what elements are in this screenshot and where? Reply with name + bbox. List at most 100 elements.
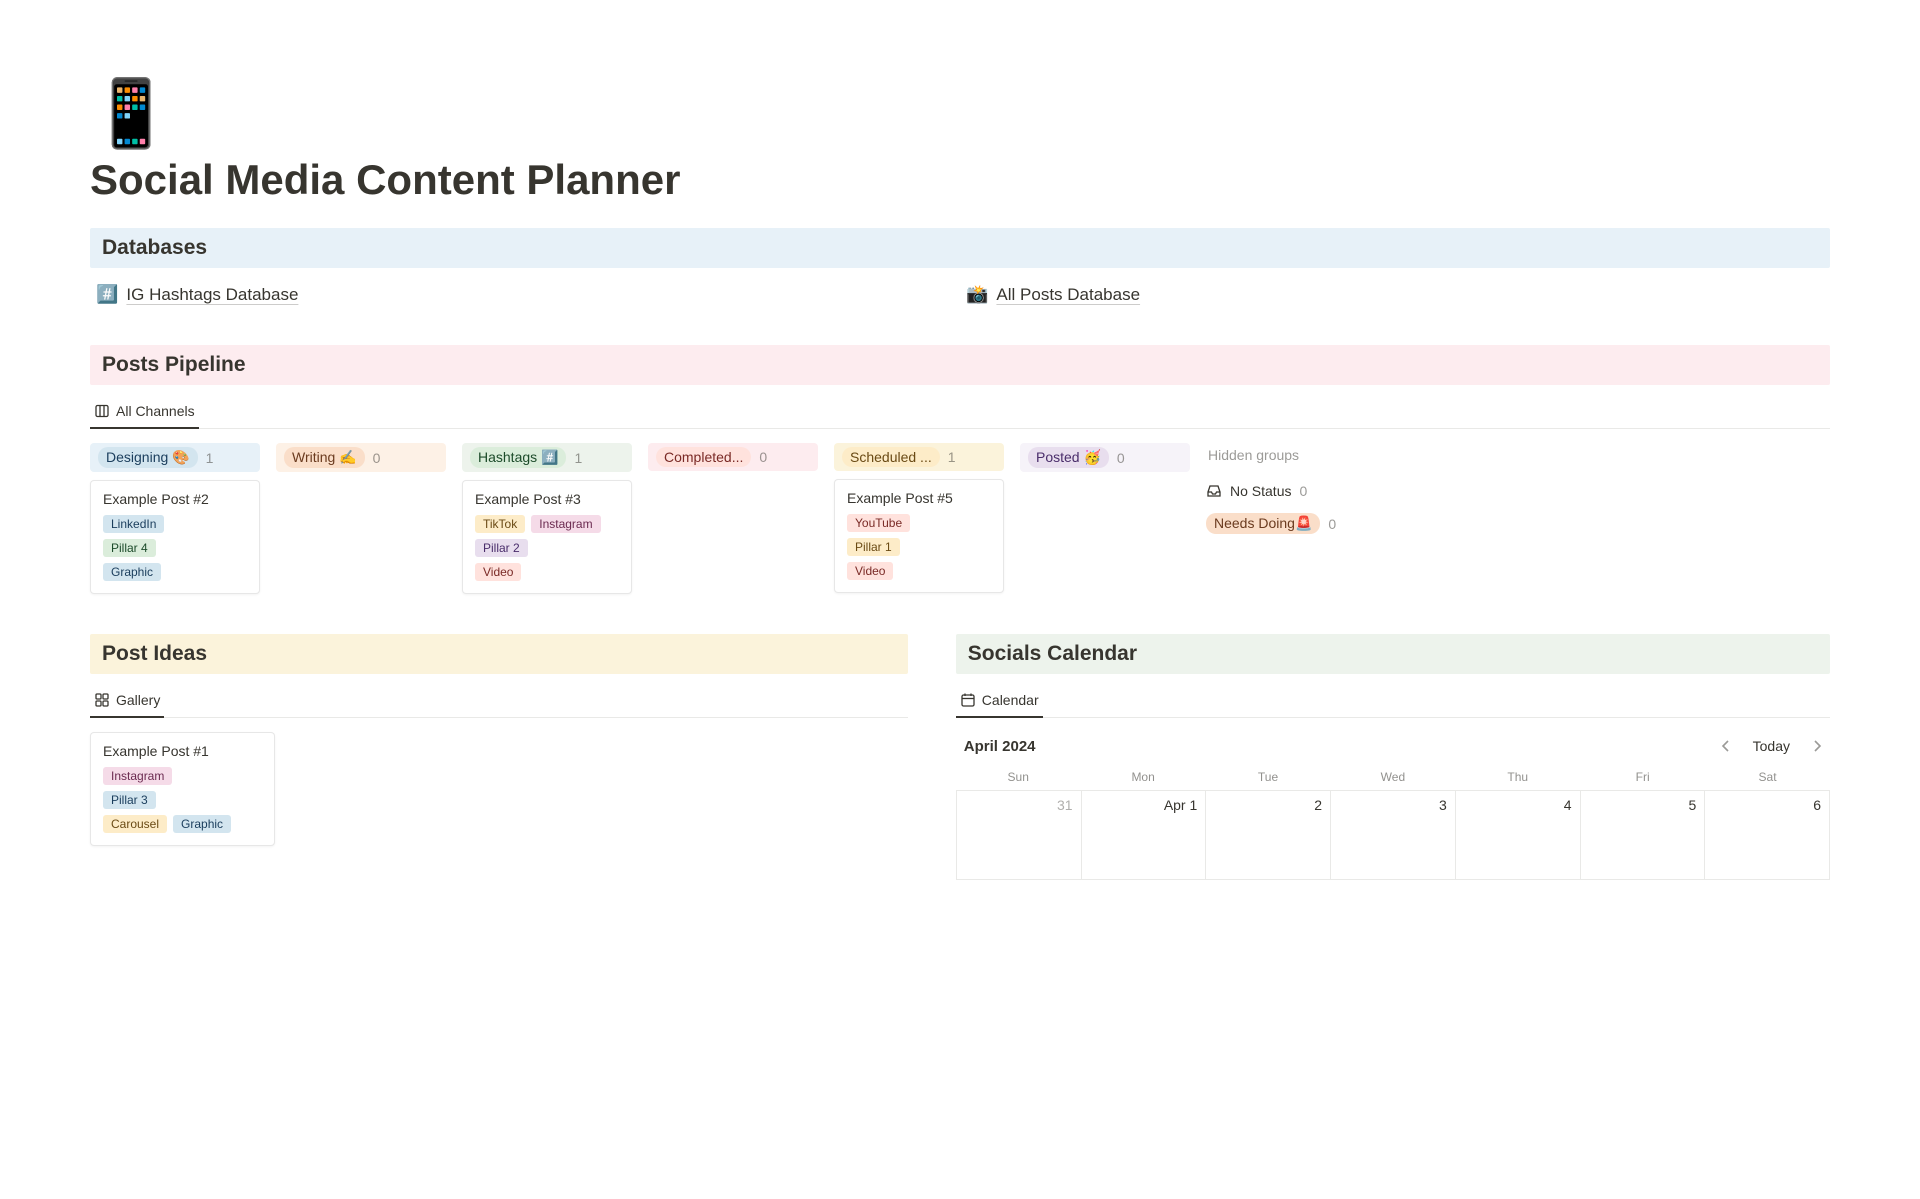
hidden-group-label: Needs Doing🚨 bbox=[1206, 513, 1320, 534]
calendar-tabs: Calendar bbox=[956, 686, 1830, 718]
board-column-header[interactable]: Hashtags #️⃣1 bbox=[462, 443, 632, 472]
hash-icon: #️⃣ bbox=[96, 284, 118, 305]
card[interactable]: Example Post #5 YouTube Pillar 1 Video bbox=[834, 479, 1004, 593]
board-column-header[interactable]: Scheduled ... 1 bbox=[834, 443, 1004, 471]
calendar-cell[interactable]: Apr 1 bbox=[1082, 790, 1207, 880]
calendar-dow: Thu bbox=[1455, 764, 1580, 790]
calendar-cell[interactable]: 31 bbox=[957, 790, 1082, 880]
calendar-cell[interactable]: 4 bbox=[1456, 790, 1581, 880]
calendar-date-label: 6 bbox=[1813, 797, 1821, 813]
calendar-cell[interactable]: 5 bbox=[1581, 790, 1706, 880]
hidden-group-count: 0 bbox=[1299, 483, 1307, 499]
db-link-label: IG Hashtags Database bbox=[126, 285, 298, 305]
board-column: Hashtags #️⃣1Example Post #3TikTokInstag… bbox=[462, 443, 632, 594]
board-column-label: Scheduled ... bbox=[842, 447, 940, 467]
hidden-groups-title: Hidden groups bbox=[1206, 443, 1346, 467]
gallery-icon bbox=[94, 692, 110, 708]
db-link-hashtags[interactable]: #️⃣ IG Hashtags Database bbox=[90, 280, 960, 309]
calendar-today-button[interactable]: Today bbox=[1747, 736, 1796, 756]
tag: Graphic bbox=[103, 563, 161, 581]
tab-gallery[interactable]: Gallery bbox=[90, 686, 164, 718]
calendar-date-label: Apr 1 bbox=[1164, 797, 1197, 813]
pipeline-board: Designing 🎨1Example Post #2LinkedInPilla… bbox=[90, 443, 1830, 594]
board-column-count: 1 bbox=[574, 450, 582, 466]
board-column: Posted 🥳 0 bbox=[1020, 443, 1190, 480]
calendar-month-label: April 2024 bbox=[964, 738, 1036, 755]
hidden-groups: Hidden groups No Status0 Needs Doing🚨 0 bbox=[1206, 443, 1346, 544]
board-column-header[interactable]: Designing 🎨1 bbox=[90, 443, 260, 472]
tab-label: All Channels bbox=[116, 403, 195, 419]
board-column-count: 0 bbox=[759, 449, 767, 465]
board-column-count: 1 bbox=[948, 449, 956, 465]
section-header-ideas: Post Ideas bbox=[90, 634, 908, 674]
calendar-dow: Tue bbox=[1206, 764, 1331, 790]
hidden-group-count: 0 bbox=[1328, 516, 1336, 532]
tag-row: Pillar 2 bbox=[475, 539, 619, 557]
tab-calendar[interactable]: Calendar bbox=[956, 686, 1043, 718]
tag-row: Pillar 3 bbox=[103, 791, 262, 809]
calendar-cell[interactable]: 2 bbox=[1206, 790, 1331, 880]
board-column-header[interactable]: Posted 🥳 0 bbox=[1020, 443, 1190, 472]
card-title: Example Post #1 bbox=[103, 743, 262, 759]
calendar-grid: 31Apr 123456 bbox=[956, 790, 1830, 880]
tab-all-channels[interactable]: All Channels bbox=[90, 397, 199, 429]
board-column-label: Designing 🎨 bbox=[98, 447, 198, 468]
db-link-posts[interactable]: 📸 All Posts Database bbox=[960, 280, 1830, 309]
board-column-label: Completed... bbox=[656, 447, 751, 467]
board-icon bbox=[94, 403, 110, 419]
calendar-date-label: 4 bbox=[1564, 797, 1572, 813]
tag: Instagram bbox=[531, 515, 600, 533]
board-column-header[interactable]: Writing ✍️0 bbox=[276, 443, 446, 472]
tag-row: Carousel Graphic bbox=[103, 815, 262, 833]
section-header-databases: Databases bbox=[90, 228, 1830, 268]
board-column: Scheduled ... 1 Example Post #5 YouTube Pill… bbox=[834, 443, 1004, 593]
tag-row: Pillar 4 bbox=[103, 539, 247, 557]
section-header-calendar: Socials Calendar bbox=[956, 634, 1830, 674]
calendar-dow: Mon bbox=[1081, 764, 1206, 790]
card[interactable]: Example Post #2 LinkedIn Pillar 4 Graphic bbox=[90, 480, 260, 594]
card[interactable]: Example Post #1 Instagram Pillar 3 Carousel… bbox=[90, 732, 275, 846]
calendar-prev-button[interactable] bbox=[1713, 737, 1739, 755]
calendar-cell[interactable]: 6 bbox=[1705, 790, 1830, 880]
tag: LinkedIn bbox=[103, 515, 164, 533]
calendar-dow: Sun bbox=[956, 764, 1081, 790]
calendar-cell[interactable]: 3 bbox=[1331, 790, 1456, 880]
card-title: Example Post #5 bbox=[847, 490, 991, 506]
tag-row: YouTube bbox=[847, 514, 991, 532]
tag-row: Instagram bbox=[103, 767, 262, 785]
board-column: Designing 🎨1 Example Post #2 LinkedIn Pilla… bbox=[90, 443, 260, 594]
tag: TikTok bbox=[475, 515, 525, 533]
ideas-tabs: Gallery bbox=[90, 686, 908, 718]
tag: Pillar 2 bbox=[475, 539, 528, 557]
section-header-pipeline: Posts Pipeline bbox=[90, 345, 1830, 385]
inbox-icon bbox=[1206, 483, 1222, 499]
tag: Graphic bbox=[173, 815, 231, 833]
calendar-dow-row: SunMonTueWedThuFriSat bbox=[956, 764, 1830, 790]
page-title: Social Media Content Planner bbox=[90, 156, 1830, 204]
db-link-label: All Posts Database bbox=[996, 285, 1140, 305]
card-title: Example Post #2 bbox=[103, 491, 247, 507]
calendar-dow: Sat bbox=[1705, 764, 1830, 790]
tag: Pillar 1 bbox=[847, 538, 900, 556]
hidden-group-row[interactable]: Needs Doing🚨 0 bbox=[1206, 509, 1346, 538]
hidden-group-row[interactable]: No Status0 bbox=[1206, 479, 1346, 503]
board-column: Writing ✍️0 bbox=[276, 443, 446, 480]
databases-row: #️⃣ IG Hashtags Database 📸 All Posts Dat… bbox=[90, 280, 1830, 309]
calendar-icon bbox=[960, 692, 976, 708]
tab-label: Calendar bbox=[982, 692, 1039, 708]
ideas-gallery: Example Post #1 Instagram Pillar 3 Carousel… bbox=[90, 732, 908, 846]
tag: Video bbox=[847, 562, 893, 580]
calendar-toolbar: April 2024 Today bbox=[956, 732, 1830, 764]
board-column-label: Posted 🥳 bbox=[1028, 447, 1109, 468]
tag: Instagram bbox=[103, 767, 172, 785]
calendar-date-label: 5 bbox=[1688, 797, 1696, 813]
board-column-header[interactable]: Completed... 0 bbox=[648, 443, 818, 471]
tag: Carousel bbox=[103, 815, 167, 833]
board-column-count: 0 bbox=[1117, 450, 1125, 466]
card[interactable]: Example Post #3TikTokInstagramPillar 2Vi… bbox=[462, 480, 632, 594]
tab-label: Gallery bbox=[116, 692, 160, 708]
tag-row: Pillar 1 bbox=[847, 538, 991, 556]
tag-row: LinkedIn bbox=[103, 515, 247, 533]
page-icon[interactable]: 📱 bbox=[90, 80, 1830, 146]
calendar-next-button[interactable] bbox=[1804, 737, 1830, 755]
